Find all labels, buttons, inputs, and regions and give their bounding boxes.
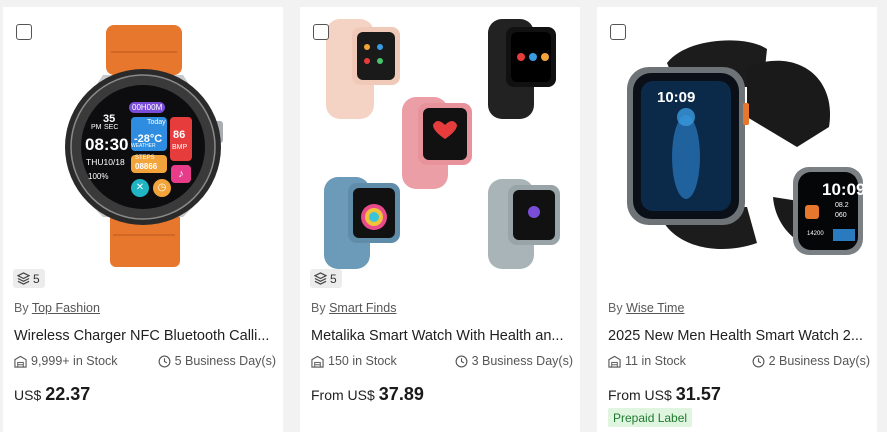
stock-info: 150 in Stock: [311, 354, 397, 368]
stock-text: 11 in Stock: [625, 354, 686, 368]
layers-icon: [314, 272, 327, 285]
select-checkbox[interactable]: [610, 24, 626, 40]
product-meta: 150 in Stock 3 Business Day(s): [311, 354, 573, 368]
product-title[interactable]: Metalika Smart Watch With Health an...: [311, 328, 573, 344]
watch-face: 00H00M 35 PM SEC 08:30 THU10/18 100% Tod…: [85, 99, 195, 199]
watch-date: THU10/18: [86, 157, 125, 167]
watch-stat-2: 060: [835, 212, 847, 219]
price-prefix: From US$: [608, 387, 672, 403]
stock-info: 11 in Stock: [608, 354, 686, 368]
stock-text: 150 in Stock: [328, 354, 397, 368]
watch-steps-label: STEPS: [135, 155, 155, 161]
select-checkbox[interactable]: [16, 24, 32, 40]
product-meta: 11 in Stock 2 Business Day(s): [608, 354, 870, 368]
watch-face: 10:09 10:09 08.2 060 14200: [597, 7, 877, 269]
watch-weather: Today: [147, 119, 166, 126]
seller-link[interactable]: Top Fashion: [32, 301, 100, 315]
variant-count: 5: [33, 271, 40, 286]
timer-icon: ◷: [153, 179, 171, 197]
price-amount: 22.37: [45, 384, 91, 404]
watch-battery: 100%: [88, 172, 109, 181]
watch-stat-3: 14200: [807, 231, 824, 237]
clock-icon: [752, 355, 765, 367]
variant-count-badge: 5: [13, 269, 45, 288]
music-icon: ♪: [171, 165, 191, 183]
warehouse-icon: [311, 355, 324, 368]
by-label: By: [608, 301, 623, 315]
watch-steps: 08866: [135, 162, 158, 171]
price-amount: 31.57: [675, 384, 721, 404]
sport-icon: ✕: [131, 179, 149, 197]
by-label: By: [14, 301, 29, 315]
product-meta: 9,999+ in Stock 5 Business Day(s): [14, 354, 276, 368]
watch-bpm-label: BMP: [172, 144, 188, 151]
watch-alarm: 00H00M: [129, 102, 166, 113]
clock-icon: [455, 355, 468, 367]
price-prefix: US$: [14, 387, 42, 403]
layers-icon: [17, 272, 30, 285]
price-amount: 37.89: [378, 384, 424, 404]
price: From US$ 31.57: [608, 384, 721, 405]
watch-time: 08:30: [85, 135, 129, 154]
price: US$ 22.37: [14, 384, 90, 405]
product-card[interactable]: 5 By Smart Finds Metalika Smart Watch Wi…: [300, 7, 580, 432]
stock-info: 9,999+ in Stock: [14, 354, 118, 368]
shipping-info: 3 Business Day(s): [455, 354, 573, 368]
variant-count: 5: [330, 271, 337, 286]
shipping-text: 3 Business Day(s): [471, 354, 573, 368]
price-prefix: From US$: [311, 387, 375, 403]
seller-line: By Smart Finds: [311, 301, 396, 315]
seller-line: By Wise Time: [608, 301, 684, 315]
seller-link[interactable]: Wise Time: [626, 301, 684, 315]
variant-count-badge: 5: [310, 269, 342, 288]
stock-text: 9,999+ in Stock: [31, 354, 118, 368]
by-label: By: [311, 301, 326, 315]
seller-line: By Top Fashion: [14, 301, 100, 315]
warehouse-icon: [14, 355, 27, 368]
select-checkbox[interactable]: [313, 24, 329, 40]
clock-icon: [158, 355, 171, 367]
product-image[interactable]: [300, 7, 580, 269]
product-card[interactable]: 10:09 10:09 08.2 060 14200 By Wise Time …: [597, 7, 877, 432]
warehouse-icon: [608, 355, 621, 368]
product-card[interactable]: 00H00M 35 PM SEC 08:30 THU10/18 100% Tod…: [3, 7, 283, 432]
shipping-info: 2 Business Day(s): [752, 354, 870, 368]
watch-pm: PM: [91, 124, 102, 131]
product-image[interactable]: 10:09 10:09 08.2 060 14200: [597, 7, 877, 269]
shipping-info: 5 Business Day(s): [158, 354, 276, 368]
prepaid-label-badge: Prepaid Label: [608, 408, 693, 427]
shipping-text: 5 Business Day(s): [174, 354, 276, 368]
seller-link[interactable]: Smart Finds: [329, 301, 396, 315]
price: From US$ 37.89: [311, 384, 424, 405]
watch-time-large: 10:09: [657, 89, 696, 106]
watch-bpm: 86: [173, 129, 186, 141]
product-title[interactable]: Wireless Charger NFC Bluetooth Calli...: [14, 328, 276, 344]
watch-stat-1: 08.2: [835, 202, 849, 209]
watch-time-small: 10:09: [822, 180, 866, 199]
watch-sec-label: SEC: [104, 124, 119, 131]
product-title[interactable]: 2025 New Men Health Smart Watch 2...: [608, 328, 870, 344]
watch-weather-label: WEATHER: [131, 143, 156, 149]
product-image[interactable]: 00H00M 35 PM SEC 08:30 THU10/18 100% Tod…: [3, 7, 283, 269]
shipping-text: 2 Business Day(s): [768, 354, 870, 368]
